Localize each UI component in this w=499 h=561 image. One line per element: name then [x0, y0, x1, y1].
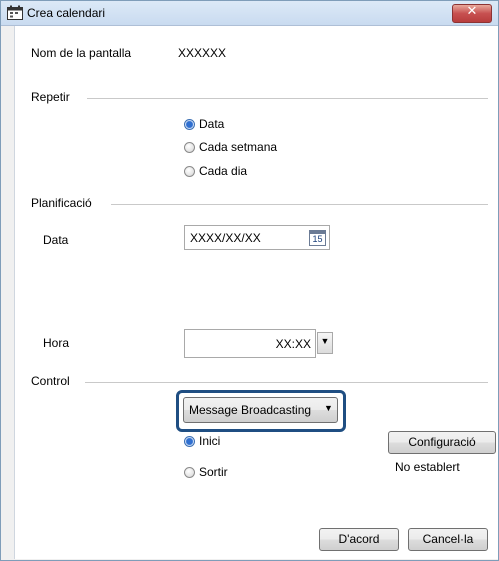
screen-name-label: Nom de la pantalla [31, 46, 132, 60]
calendar-app-icon [7, 5, 23, 20]
cancel-button[interactable]: Cancel·la [408, 528, 488, 551]
title-bar: Crea calendari ✕ [1, 1, 498, 26]
configuration-status: No establert [395, 460, 460, 474]
repeat-daily-label[interactable]: Cada dia [199, 164, 247, 178]
date-field[interactable]: XXXX/XX/XX 15 [184, 225, 330, 250]
close-icon: ✕ [466, 4, 478, 19]
time-dropdown-button[interactable]: ▼ [317, 332, 333, 354]
calendar-picker-icon[interactable]: 15 [309, 230, 326, 246]
time-label: Hora [43, 336, 70, 350]
configuration-button[interactable]: Configuració [388, 431, 496, 454]
dialog-window: Crea calendari ✕ Nom de la pantalla XXXX… [0, 0, 499, 561]
window-title: Crea calendari [27, 6, 106, 20]
chevron-down-icon: ▼ [320, 336, 330, 346]
repeat-group-divider [87, 98, 488, 99]
repeat-date-label[interactable]: Data [199, 117, 224, 131]
calendar-picker-day: 15 [312, 234, 323, 244]
date-field-value: XXXX/XX/XX [190, 231, 261, 245]
date-label: Data [43, 233, 69, 247]
repeat-group-heading: Repetir [31, 90, 70, 104]
dialog-body: Nom de la pantalla XXXXXX Repetir Data C… [14, 26, 498, 559]
repeat-date-radio[interactable] [184, 119, 195, 130]
repeat-weekly-label[interactable]: Cada setmana [199, 140, 277, 154]
repeat-daily-radio[interactable] [184, 166, 195, 177]
control-start-radio[interactable] [184, 436, 195, 447]
control-exit-radio[interactable] [184, 467, 195, 478]
control-exit-label[interactable]: Sortir [199, 465, 228, 479]
control-action-select-value: Message Broadcasting [189, 403, 312, 417]
control-group-divider [85, 382, 488, 383]
planning-group-divider [111, 204, 488, 205]
chevron-down-icon: ▼ [324, 403, 333, 413]
ok-button[interactable]: D'acord [319, 528, 399, 551]
time-field[interactable]: XX:XX [184, 329, 316, 358]
control-action-select[interactable]: Message Broadcasting ▼ [183, 397, 338, 423]
repeat-weekly-radio[interactable] [184, 142, 195, 153]
control-start-label[interactable]: Inici [199, 434, 220, 448]
control-group-heading: Control [31, 374, 70, 388]
close-button[interactable]: ✕ [452, 4, 492, 23]
screen-name-value: XXXXXX [178, 46, 227, 60]
planning-group-heading: Planificació [31, 196, 92, 210]
time-field-value: XX:XX [275, 337, 311, 351]
